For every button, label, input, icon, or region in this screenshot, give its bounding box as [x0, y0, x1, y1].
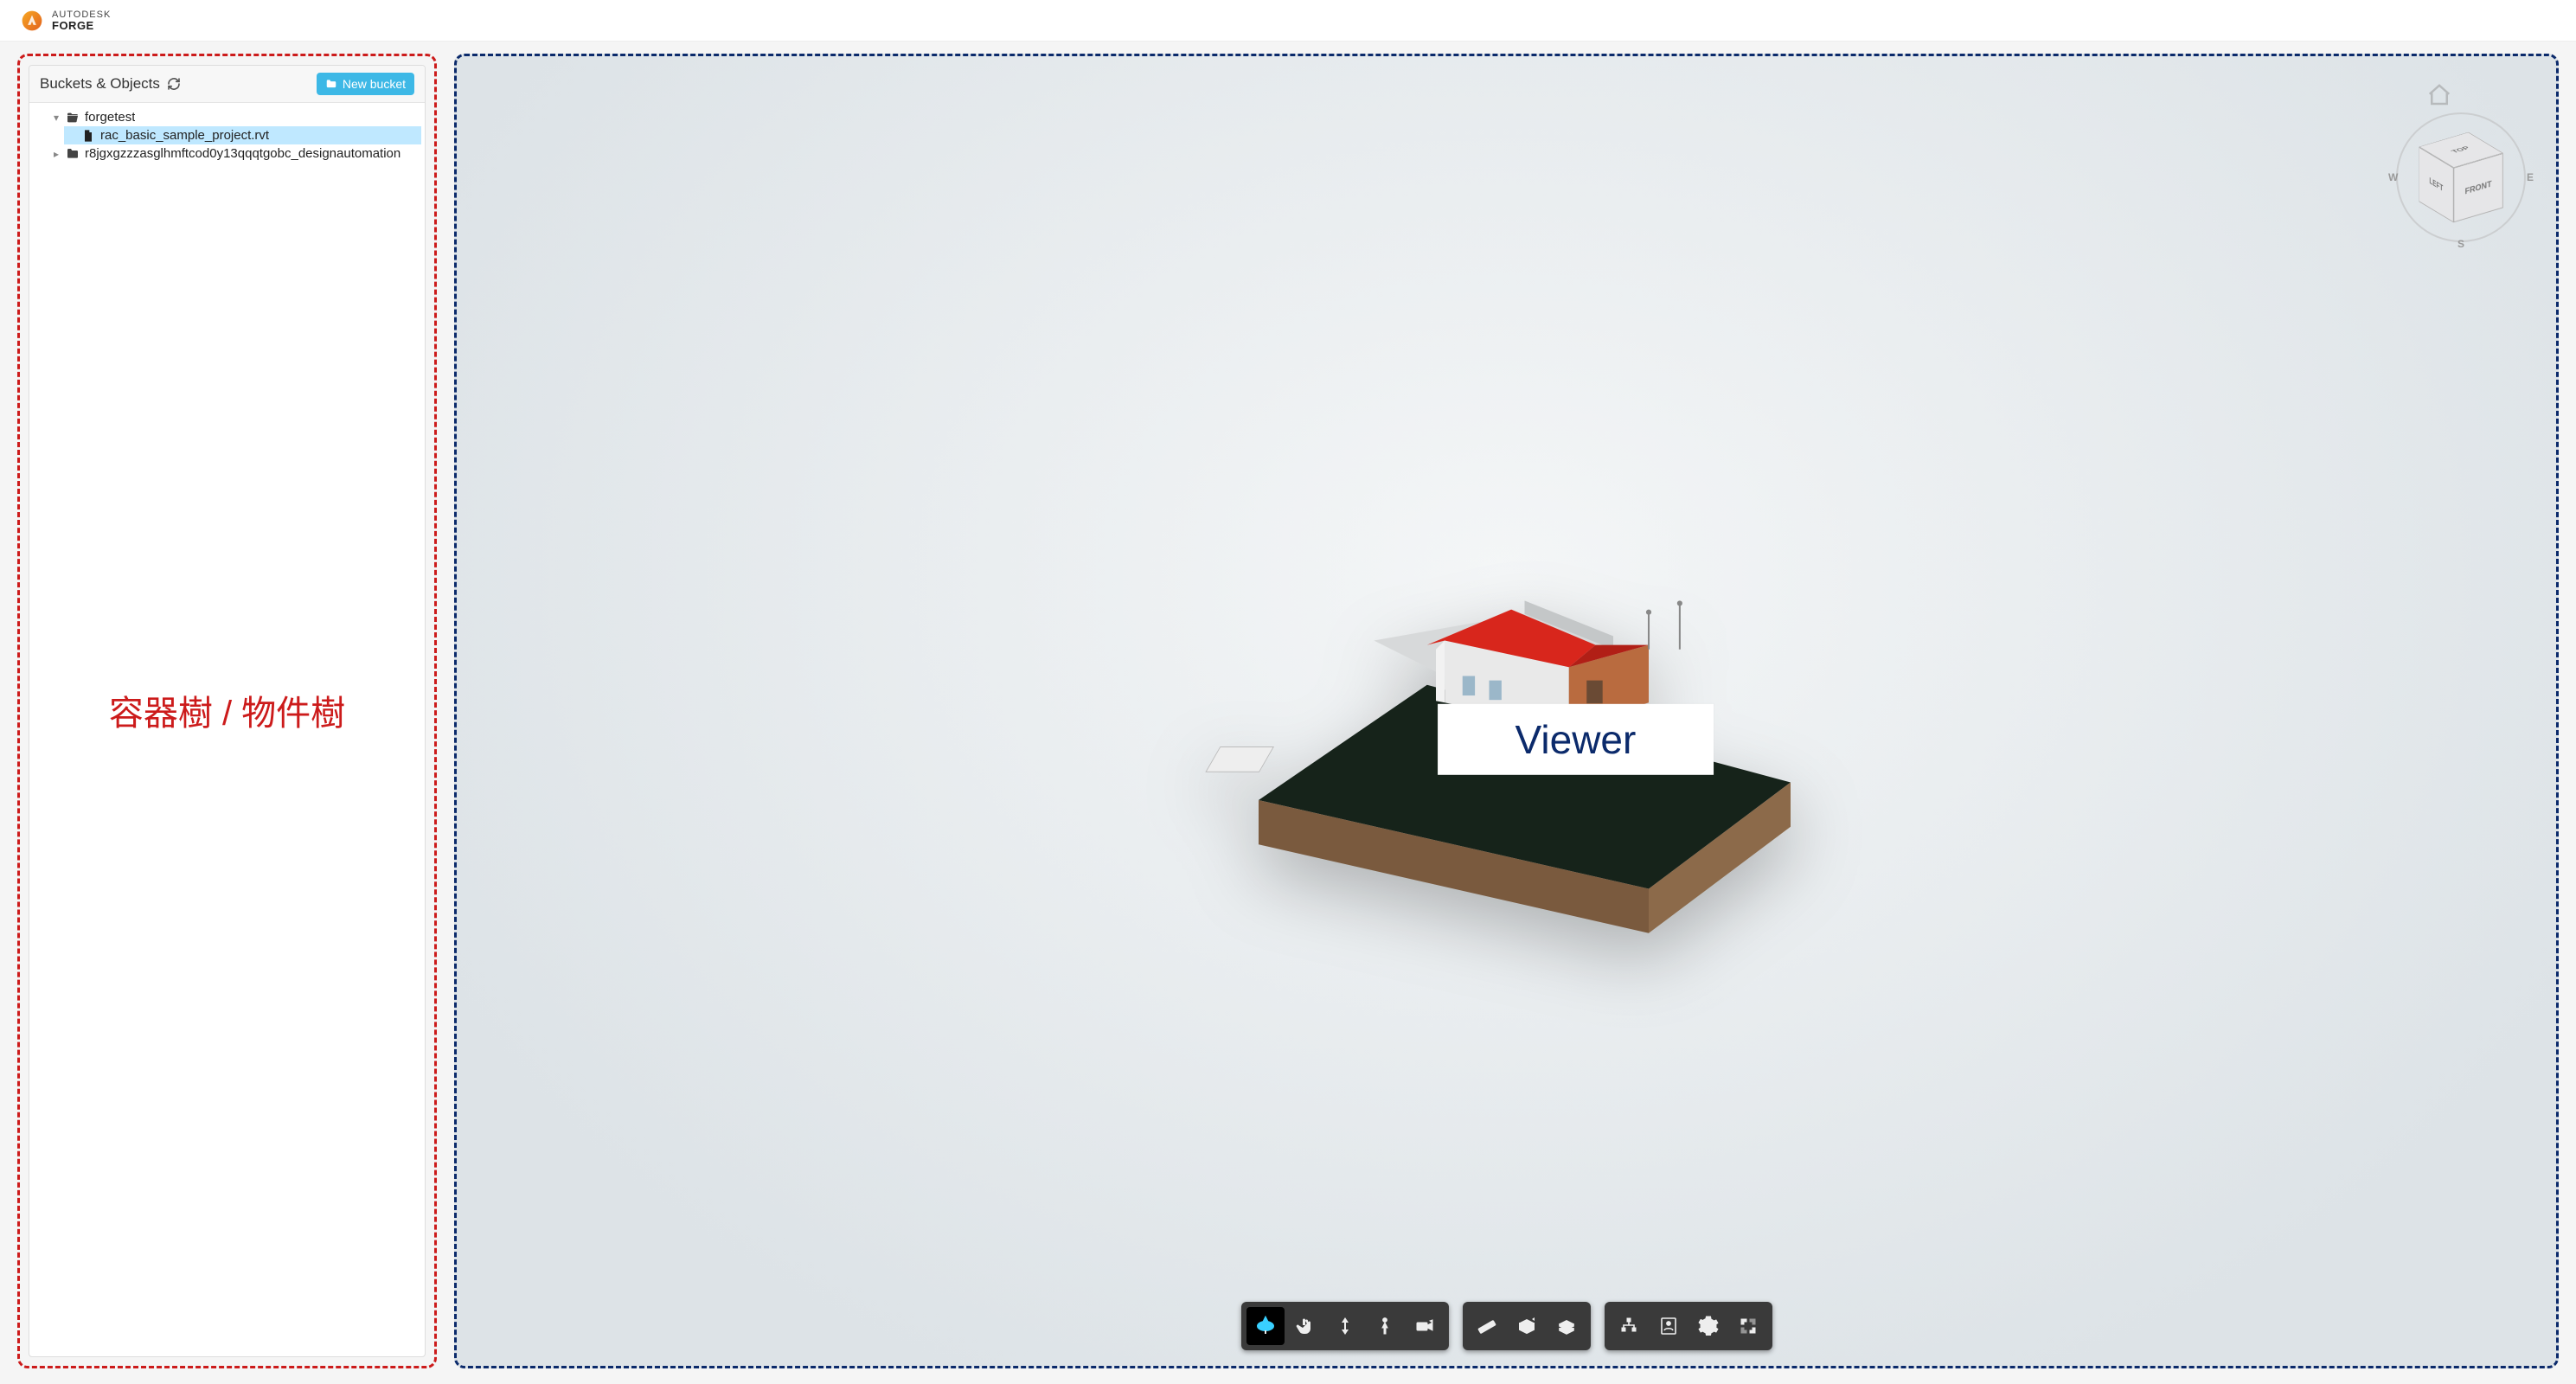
- viewer-annotation-outline: S E W FRONT TOP LEFT Viewer: [454, 54, 2559, 1368]
- brand-text: AUTODESK FORGE: [52, 10, 111, 31]
- viewcube[interactable]: S E W FRONT TOP LEFT: [2392, 108, 2530, 247]
- bucket1-label: forgetest: [85, 110, 135, 125]
- collapse-icon[interactable]: ▾: [52, 112, 61, 124]
- bucket2-label: r8jgxgzzzasglhmftcod0y13qqqtgobc_designa…: [85, 146, 400, 161]
- viewer-annotation-label: Viewer: [1438, 704, 1714, 775]
- file-icon: [81, 129, 95, 143]
- toolbar-group-tools: [1463, 1302, 1591, 1350]
- file1-label: rac_basic_sample_project.rvt: [100, 128, 269, 143]
- tree-bucket-row[interactable]: ▾ forgetest: [48, 108, 421, 126]
- properties-button[interactable]: [1650, 1307, 1688, 1345]
- folder-icon: [325, 78, 337, 90]
- bucket-tree: ▾ forgetest rac_basic_sample_project.rvt: [29, 103, 425, 168]
- compass-w: W: [2388, 171, 2398, 183]
- buckets-panel-title: Buckets & Objects: [40, 75, 160, 93]
- tree-bucket-row[interactable]: ▸ r8jgxgzzzasglhmftcod0y13qqqtgobc_desig…: [48, 144, 421, 163]
- compass-e: E: [2527, 171, 2534, 183]
- pan-button[interactable]: [1286, 1307, 1324, 1345]
- new-bucket-button[interactable]: New bucket: [317, 73, 414, 95]
- orbit-button[interactable]: [1246, 1307, 1285, 1345]
- sidebar-annotation-outline: Buckets & Objects New bucket ▾: [17, 54, 437, 1368]
- viewer-toolbar: [1241, 1302, 1772, 1350]
- brand-bar: AUTODESK FORGE: [0, 0, 2576, 42]
- brand-top: AUTODESK: [52, 10, 111, 20]
- camera-button[interactable]: [1406, 1307, 1444, 1345]
- toolbar-group-nav: [1241, 1302, 1449, 1350]
- folder-icon: [66, 147, 80, 161]
- settings-button[interactable]: [1689, 1307, 1727, 1345]
- buckets-panel: Buckets & Objects New bucket ▾: [29, 65, 426, 1357]
- compass-s: S: [2457, 238, 2464, 250]
- fullscreen-button[interactable]: [1729, 1307, 1767, 1345]
- measure-button[interactable]: [1468, 1307, 1506, 1345]
- toolbar-group-panels: [1605, 1302, 1772, 1350]
- buckets-panel-header: Buckets & Objects New bucket: [29, 66, 425, 103]
- first-person-button[interactable]: [1366, 1307, 1404, 1345]
- explode-button[interactable]: [1548, 1307, 1586, 1345]
- brand-bottom: FORGE: [52, 20, 111, 31]
- autodesk-logo-icon: [21, 10, 43, 32]
- model-browser-button[interactable]: [1610, 1307, 1648, 1345]
- refresh-icon[interactable]: [167, 77, 181, 91]
- section-button[interactable]: [1508, 1307, 1546, 1345]
- folder-open-icon: [66, 111, 80, 125]
- expand-icon[interactable]: ▸: [52, 148, 61, 160]
- zoom-button[interactable]: [1326, 1307, 1364, 1345]
- tree-file-row[interactable]: rac_basic_sample_project.rvt: [64, 126, 421, 144]
- new-bucket-label: New bucket: [343, 77, 406, 91]
